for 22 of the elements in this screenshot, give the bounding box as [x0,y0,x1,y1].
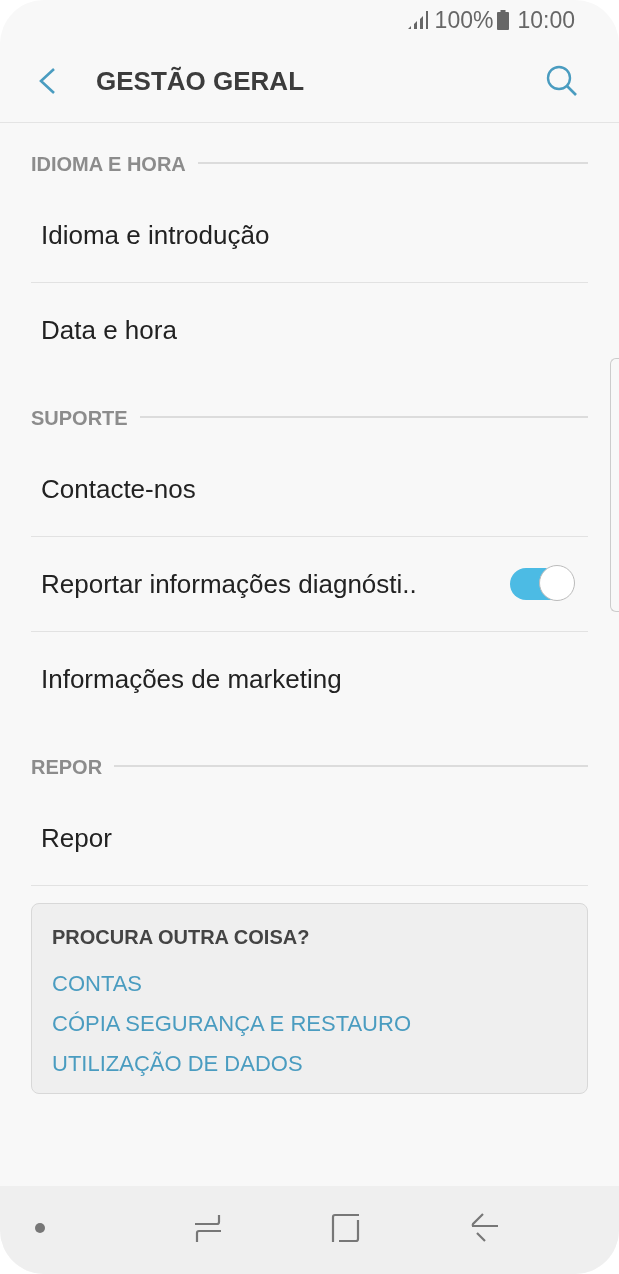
card-title: PROCURA OUTRA COISA? [52,926,311,949]
settings-item[interactable]: Data e hora [31,283,588,377]
battery-icon [497,10,510,30]
signal-icon [406,10,429,30]
screen-title: GESTÃO GERAL [96,65,305,97]
section-header: IDIOMA E HORA [31,153,186,176]
back-icon[interactable] [469,1212,499,1244]
home-icon[interactable] [330,1213,361,1243]
settings-item[interactable]: Informações de marketing [31,632,588,726]
settings-item[interactable]: Repor [31,791,588,886]
section-header: REPOR [31,756,103,779]
section-header: SUPORTE [31,407,128,430]
search-icon[interactable] [545,64,579,98]
back-icon[interactable] [38,67,56,95]
settings-item[interactable]: Idioma e introdução [31,188,588,283]
battery-percent: 100% [434,6,494,34]
clock: 10:00 [517,6,575,34]
toggle-switch[interactable] [510,568,572,600]
recent-apps-icon[interactable] [194,1212,223,1244]
settings-item[interactable]: Contacte-nos [31,442,588,537]
settings-item[interactable]: Reportar informações diagnósti.. [31,537,588,632]
dot-icon[interactable] [34,1222,46,1234]
